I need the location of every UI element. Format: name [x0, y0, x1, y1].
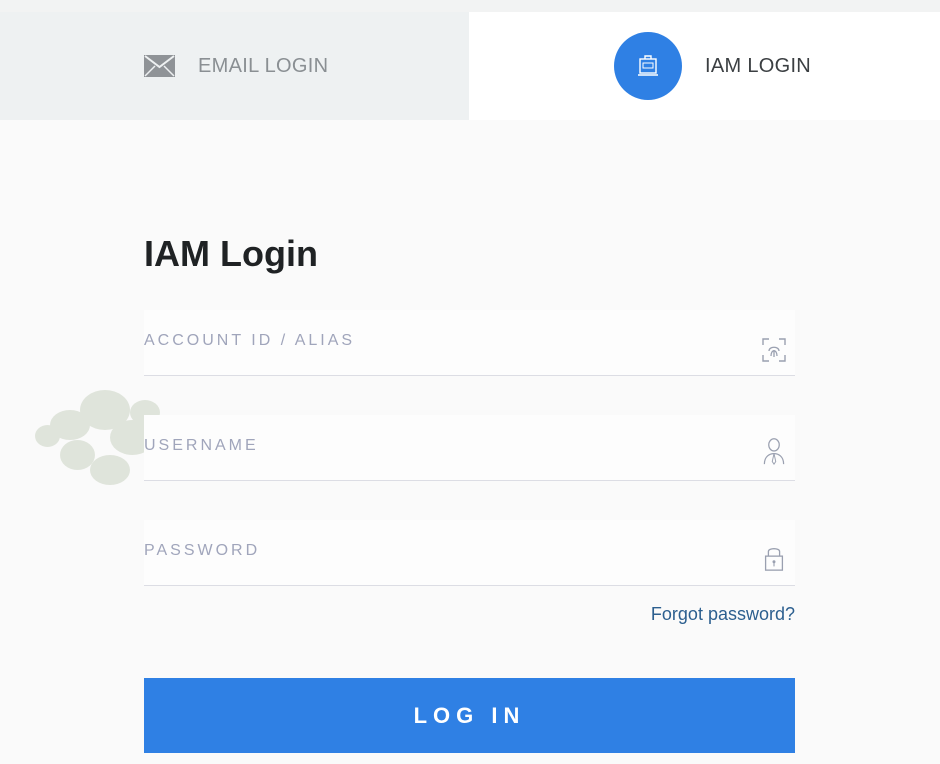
tab-email-label: EMAIL LOGIN	[198, 54, 329, 77]
tab-iam-label: IAM LOGIN	[705, 54, 812, 77]
fingerprint-scan-icon	[762, 338, 786, 362]
page-title: IAM Login	[144, 233, 318, 274]
forgot-password-link[interactable]: Forgot password?	[651, 604, 795, 625]
username-field[interactable]: USERNAME	[144, 415, 795, 481]
account-id-field[interactable]: ACCOUNT ID / ALIAS	[144, 310, 795, 376]
login-page: EMAIL LOGIN IAM LOGIN IAM Login ACCOUNT …	[0, 0, 940, 764]
password-field[interactable]: PASSWORD	[144, 520, 795, 586]
lock-icon	[764, 548, 784, 571]
tab-iam-login[interactable]: IAM LOGIN	[469, 12, 940, 120]
tab-email-login[interactable]: EMAIL LOGIN	[0, 12, 469, 120]
iam-terminal-icon	[614, 32, 682, 100]
mail-icon	[144, 55, 175, 77]
top-strip	[0, 0, 940, 12]
account-id-input[interactable]	[144, 310, 744, 375]
password-input[interactable]	[144, 520, 744, 585]
login-tabs: EMAIL LOGIN IAM LOGIN	[0, 12, 940, 120]
login-button[interactable]: LOG IN	[144, 678, 795, 753]
username-input[interactable]	[144, 415, 744, 480]
user-icon	[763, 438, 785, 465]
